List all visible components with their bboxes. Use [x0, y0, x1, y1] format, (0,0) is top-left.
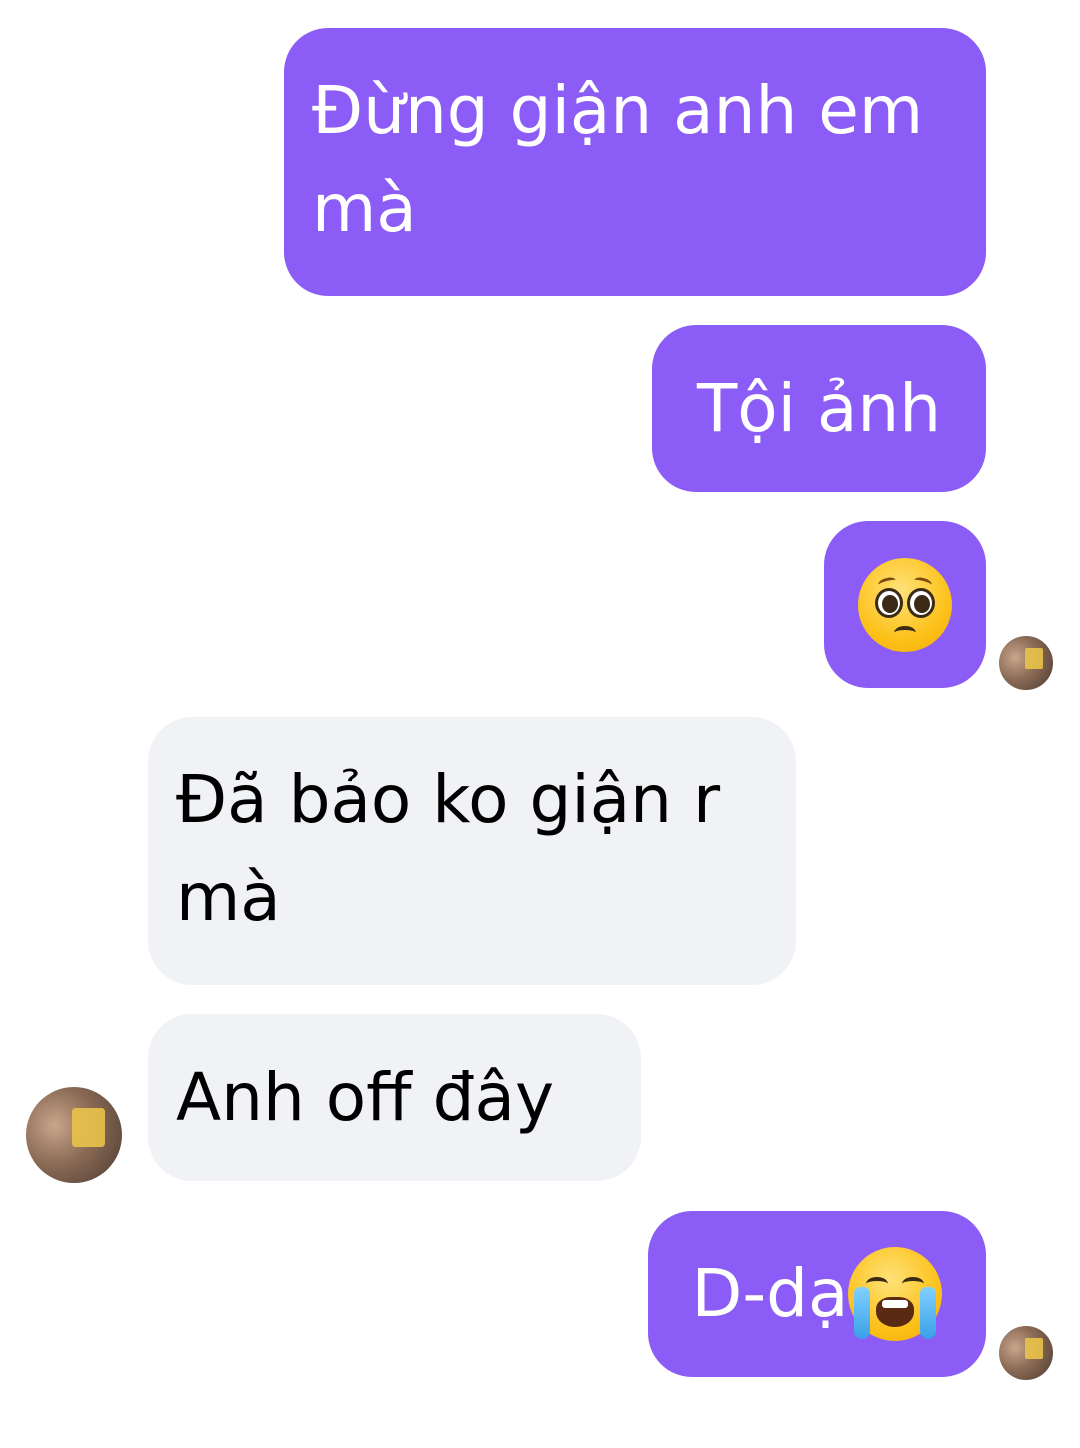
read-receipt-avatar	[999, 636, 1053, 690]
message-text: Đã bảo ko giận r mà	[176, 761, 721, 936]
read-receipt-avatar	[999, 1326, 1053, 1380]
contact-avatar[interactable]	[26, 1087, 122, 1183]
message-bubble-outgoing[interactable]: D-dạ	[648, 1211, 986, 1377]
loudly-crying-face-icon	[848, 1247, 943, 1341]
message-bubble-incoming[interactable]: Anh off đây	[148, 1014, 641, 1181]
chat-thread: Đừng giận anh em mà Tội ảnh Đã bảo ko gi…	[0, 0, 1080, 1448]
message-text: Tội ảnh	[696, 369, 942, 447]
message-bubble-outgoing[interactable]: Đừng giận anh em mà	[284, 28, 986, 296]
message-bubble-outgoing[interactable]: Tội ảnh	[652, 325, 986, 492]
pleading-face-icon	[858, 557, 952, 652]
message-bubble-incoming[interactable]: Đã bảo ko giận r mà	[148, 717, 796, 985]
message-text: Anh off đây	[176, 1058, 555, 1136]
message-bubble-outgoing[interactable]	[824, 521, 986, 688]
message-text: D-dạ	[691, 1255, 849, 1332]
message-text: Đừng giận anh em mà	[312, 72, 924, 247]
